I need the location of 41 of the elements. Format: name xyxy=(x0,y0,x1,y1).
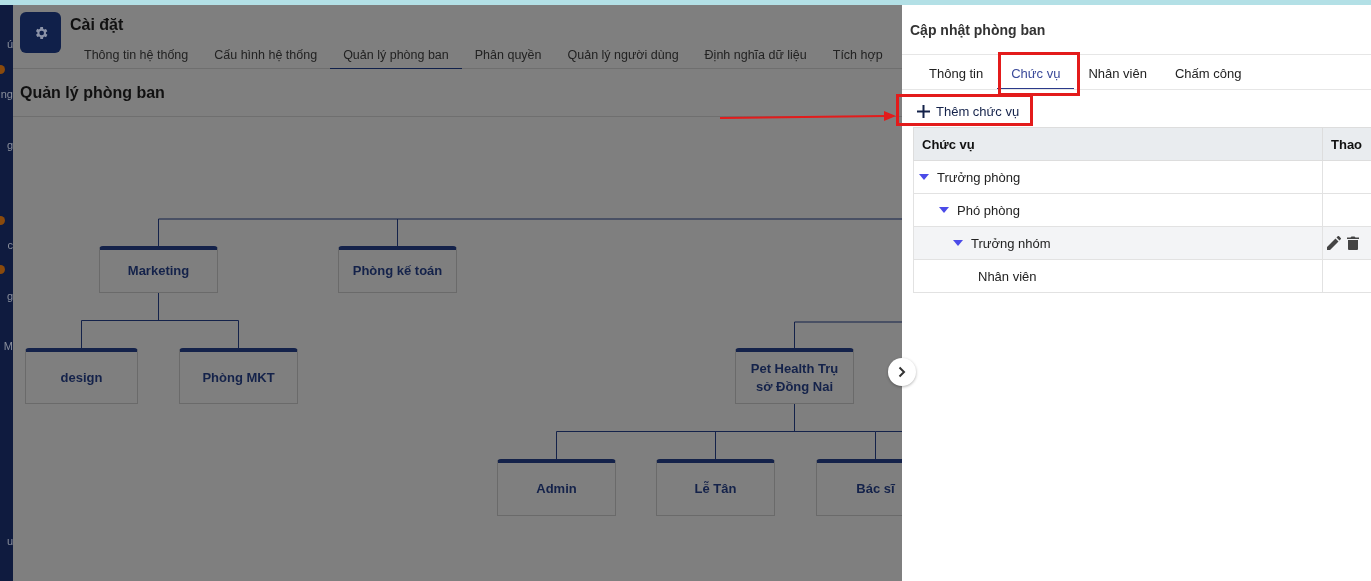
settings-tab[interactable]: Quản lý người dùng xyxy=(554,45,692,69)
settings-tab[interactable]: Quản lý phòng ban xyxy=(330,45,462,69)
position-name: Trưởng nhóm xyxy=(971,235,1051,251)
settings-tab[interactable]: Phân quyền xyxy=(461,45,555,69)
caret-icon[interactable] xyxy=(919,174,929,180)
column-header: Chức vụ xyxy=(913,127,1323,161)
department-node[interactable]: Phòng MKT xyxy=(179,348,298,404)
sidebar-label[interactable]: g xyxy=(6,139,13,151)
sidebar-label[interactable]: c xyxy=(7,239,13,251)
sidebar-label[interactable]: M xyxy=(3,340,13,352)
position-name: Phó phòng xyxy=(957,202,1020,218)
position-name: Nhân viên xyxy=(978,268,1037,284)
settings-tab[interactable]: Cấu hình hệ thống xyxy=(201,45,331,69)
settings-icon xyxy=(20,12,61,53)
trash-icon[interactable] xyxy=(1347,236,1359,250)
position-name: Trưởng phòng xyxy=(937,169,1021,185)
department-node[interactable]: Lễ Tân xyxy=(656,459,775,516)
drawer-tab[interactable]: Chức vụ xyxy=(997,66,1075,89)
caret-icon[interactable] xyxy=(939,207,949,213)
department-node[interactable]: Phòng kế toán xyxy=(338,246,457,293)
column-header: Thao xyxy=(1322,127,1371,161)
settings-tab[interactable]: Định nghĩa dữ liệu xyxy=(691,45,820,69)
drawer-tab[interactable]: Nhân viên xyxy=(1074,66,1161,89)
drawer-title: Cập nhật phòng ban xyxy=(902,5,1371,55)
sidebar-label[interactable]: u xyxy=(6,535,13,547)
page-header-title: Cài đặt xyxy=(70,16,124,34)
plus-icon xyxy=(917,105,930,118)
chevron-right-icon xyxy=(898,366,906,378)
drawer-tab[interactable]: Chấm công xyxy=(1160,66,1256,89)
sidebar-label[interactable]: ng xyxy=(0,88,13,100)
department-node[interactable]: Marketing xyxy=(99,246,218,293)
sidebar-label[interactable]: ú xyxy=(6,38,13,50)
caret-icon[interactable] xyxy=(953,240,963,246)
pencil-icon[interactable] xyxy=(1327,236,1341,250)
settings-tab[interactable]: Thông tin hệ thống xyxy=(71,45,202,69)
department-node[interactable]: Admin xyxy=(497,459,616,516)
drawer-tab[interactable]: Thông tin xyxy=(915,66,998,89)
department-node[interactable]: design xyxy=(25,348,138,404)
department-node[interactable]: Pet Health Trụ sở Đồng Nai xyxy=(735,348,854,404)
sidebar-label[interactable]: g xyxy=(6,290,13,302)
settings-tab[interactable]: Tích hợp xyxy=(819,45,896,69)
